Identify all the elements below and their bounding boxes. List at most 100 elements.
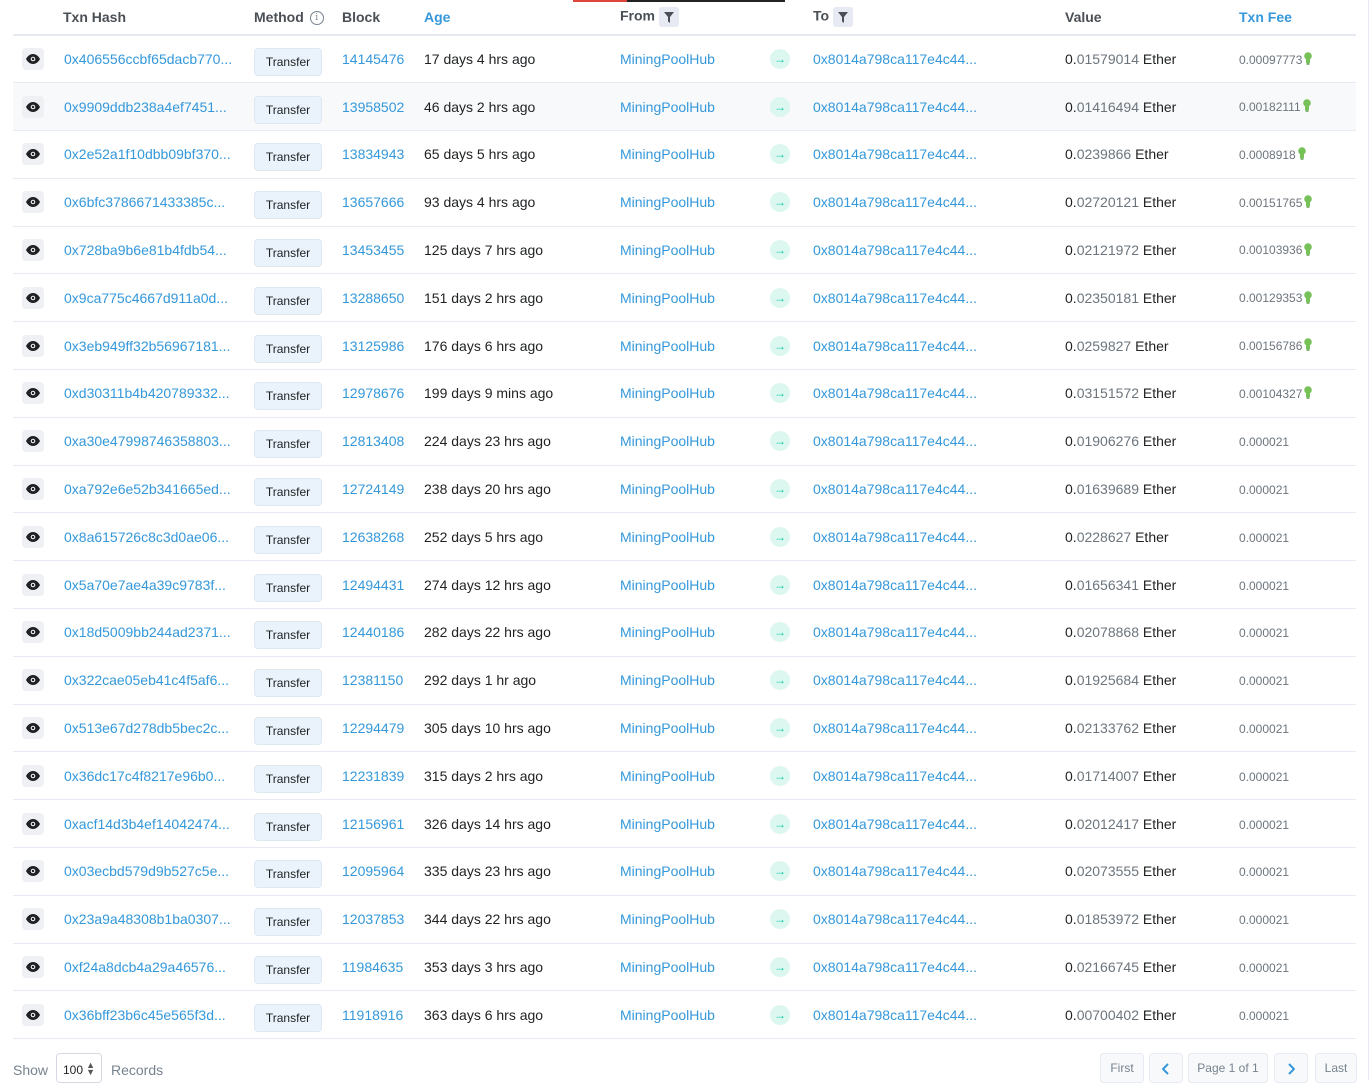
eye-icon[interactable] [22, 764, 44, 787]
block-link[interactable]: 12231839 [342, 768, 404, 784]
eye-icon[interactable] [22, 478, 44, 501]
info-icon[interactable]: i [309, 11, 324, 26]
eye-icon[interactable] [22, 286, 44, 309]
eye-icon[interactable] [22, 191, 44, 214]
eye-icon[interactable] [22, 1003, 44, 1026]
eye-icon[interactable] [22, 430, 44, 453]
eye-icon[interactable] [22, 525, 44, 548]
txn-hash-link[interactable]: 0x3eb949ff32b56967181... [63, 338, 236, 354]
block-link[interactable]: 13125986 [342, 338, 404, 354]
from-link[interactable]: MiningPoolHub [620, 433, 715, 449]
to-address-link[interactable]: 0x8014a798ca117e4c44... [813, 624, 981, 640]
block-link[interactable]: 12095964 [342, 863, 404, 879]
block-link[interactable]: 12638268 [342, 529, 404, 545]
from-link[interactable]: MiningPoolHub [620, 672, 715, 688]
header-age[interactable]: Age [424, 0, 620, 36]
from-link[interactable]: MiningPoolHub [620, 51, 715, 67]
from-link[interactable]: MiningPoolHub [620, 385, 715, 401]
from-link[interactable]: MiningPoolHub [620, 194, 715, 210]
eye-icon[interactable] [22, 669, 44, 692]
from-link[interactable]: MiningPoolHub [620, 242, 715, 258]
last-page-button[interactable]: Last [1315, 1053, 1357, 1083]
txn-hash-link[interactable]: 0xd30311b4b420789332... [63, 385, 236, 401]
to-address-link[interactable]: 0x8014a798ca117e4c44... [813, 959, 981, 975]
to-address-link[interactable]: 0x8014a798ca117e4c44... [813, 385, 981, 401]
from-link[interactable]: MiningPoolHub [620, 720, 715, 736]
eye-icon[interactable] [22, 48, 44, 71]
txn-hash-link[interactable]: 0x36bff23b6c45e565f3d... [63, 1007, 236, 1023]
to-address-link[interactable]: 0x8014a798ca117e4c44... [813, 99, 981, 115]
txn-hash-link[interactable]: 0x9909ddb238a4ef7451... [63, 99, 236, 115]
to-address-link[interactable]: 0x8014a798ca117e4c44... [813, 768, 981, 784]
eye-icon[interactable] [22, 956, 44, 979]
txn-hash-link[interactable]: 0xf24a8dcb4a29a46576... [63, 959, 236, 975]
to-address-link[interactable]: 0x8014a798ca117e4c44... [813, 242, 981, 258]
to-address-link[interactable]: 0x8014a798ca117e4c44... [813, 146, 981, 162]
from-link[interactable]: MiningPoolHub [620, 959, 715, 975]
from-link[interactable]: MiningPoolHub [620, 146, 715, 162]
eye-icon[interactable] [22, 908, 44, 931]
block-link[interactable]: 13453455 [342, 242, 404, 258]
eye-icon[interactable] [22, 621, 44, 644]
eye-icon[interactable] [22, 143, 44, 166]
txn-hash-link[interactable]: 0x03ecbd579d9b527c5e... [63, 863, 236, 879]
from-link[interactable]: MiningPoolHub [620, 768, 715, 784]
to-address-link[interactable]: 0x8014a798ca117e4c44... [813, 51, 981, 67]
to-address-link[interactable]: 0x8014a798ca117e4c44... [813, 720, 981, 736]
filter-icon[interactable] [833, 7, 854, 27]
txn-hash-link[interactable]: 0x9ca775c4667d911a0d... [63, 290, 236, 306]
txn-hash-link[interactable]: 0x5a70e7ae4a39c9783f... [63, 577, 236, 593]
from-link[interactable]: MiningPoolHub [620, 99, 715, 115]
eye-icon[interactable] [22, 95, 44, 118]
prev-page-button[interactable] [1149, 1053, 1183, 1083]
eye-icon[interactable] [22, 573, 44, 596]
eye-icon[interactable] [22, 334, 44, 357]
to-address-link[interactable]: 0x8014a798ca117e4c44... [813, 672, 981, 688]
block-link[interactable]: 13958502 [342, 99, 404, 115]
next-page-button[interactable] [1274, 1053, 1308, 1083]
block-link[interactable]: 12724149 [342, 481, 404, 497]
page-size-select[interactable]: 100 ▲ ▼ [56, 1053, 102, 1083]
txn-hash-link[interactable]: 0x406556ccbf65dacb770... [63, 51, 236, 67]
to-address-link[interactable]: 0x8014a798ca117e4c44... [813, 290, 981, 306]
txn-hash-link[interactable]: 0xa30e47998746358803... [63, 433, 236, 449]
eye-icon[interactable] [22, 239, 44, 262]
block-link[interactable]: 12156961 [342, 816, 404, 832]
block-link[interactable]: 12037853 [342, 911, 404, 927]
eye-icon[interactable] [22, 717, 44, 740]
filter-icon[interactable] [659, 7, 679, 27]
from-link[interactable]: MiningPoolHub [620, 577, 715, 593]
from-link[interactable]: MiningPoolHub [620, 338, 715, 354]
block-link[interactable]: 12440186 [342, 624, 404, 640]
block-link[interactable]: 12294479 [342, 720, 404, 736]
to-address-link[interactable]: 0x8014a798ca117e4c44... [813, 481, 981, 497]
from-link[interactable]: MiningPoolHub [620, 1007, 715, 1023]
txn-hash-link[interactable]: 0x728ba9b6e81b4fdb54... [63, 242, 236, 258]
txn-hash-link[interactable]: 0x8a615726c8c3d0ae06... [63, 529, 236, 545]
from-link[interactable]: MiningPoolHub [620, 911, 715, 927]
block-link[interactable]: 13288650 [342, 290, 404, 306]
block-link[interactable]: 14145476 [342, 51, 404, 67]
to-address-link[interactable]: 0x8014a798ca117e4c44... [813, 1007, 981, 1023]
to-address-link[interactable]: 0x8014a798ca117e4c44... [813, 863, 981, 879]
block-link[interactable]: 13834943 [342, 146, 404, 162]
from-link[interactable]: MiningPoolHub [620, 816, 715, 832]
to-address-link[interactable]: 0x8014a798ca117e4c44... [813, 577, 981, 593]
block-link[interactable]: 12494431 [342, 577, 404, 593]
to-address-link[interactable]: 0x8014a798ca117e4c44... [813, 816, 981, 832]
block-link[interactable]: 12381150 [342, 672, 403, 688]
block-link[interactable]: 11918916 [342, 1007, 403, 1023]
txn-hash-link[interactable]: 0x36dc17c4f8217e96b0... [63, 768, 236, 784]
first-page-button[interactable]: First [1100, 1053, 1144, 1083]
from-link[interactable]: MiningPoolHub [620, 624, 715, 640]
to-address-link[interactable]: 0x8014a798ca117e4c44... [813, 433, 981, 449]
txn-hash-link[interactable]: 0x2e52a1f10dbb09bf370... [63, 146, 236, 162]
txn-hash-link[interactable]: 0xa792e6e52b341665ed... [63, 481, 236, 497]
block-link[interactable]: 12978676 [342, 385, 404, 401]
eye-icon[interactable] [22, 382, 44, 405]
block-link[interactable]: 13657666 [342, 194, 404, 210]
txn-hash-link[interactable]: 0x513e67d278db5bec2c... [63, 720, 236, 736]
txn-hash-link[interactable]: 0xacf14d3b4ef14042474... [63, 816, 236, 832]
to-address-link[interactable]: 0x8014a798ca117e4c44... [813, 338, 981, 354]
block-link[interactable]: 12813408 [342, 433, 404, 449]
